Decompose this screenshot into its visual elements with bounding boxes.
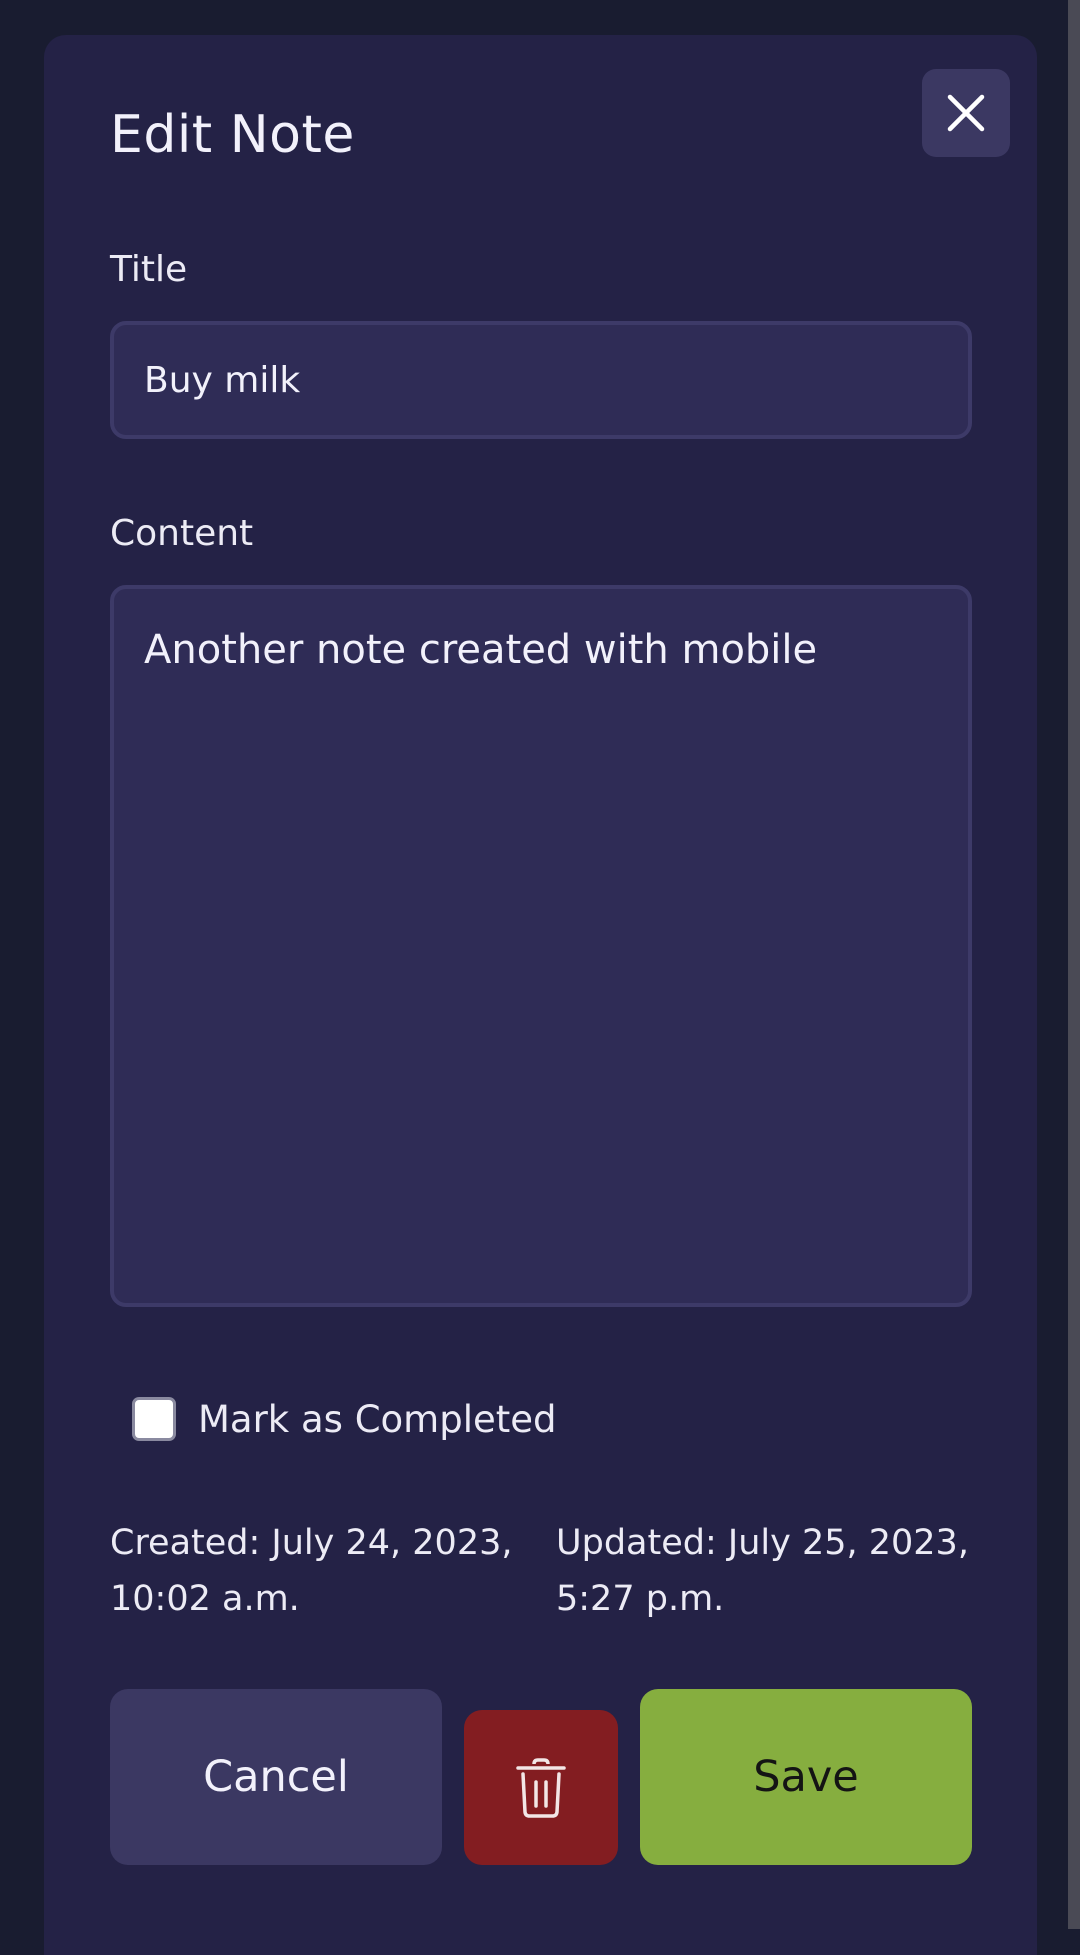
cancel-button[interactable]: Cancel bbox=[110, 1689, 442, 1865]
title-input[interactable] bbox=[110, 321, 972, 439]
content-label: Content bbox=[110, 513, 254, 554]
updated-timestamp: Updated: July 25, 2023, 5:27 p.m. bbox=[556, 1523, 969, 1619]
completed-checkbox[interactable] bbox=[132, 1397, 176, 1441]
modal-title: Edit Note bbox=[110, 105, 355, 165]
save-button-label: Save bbox=[753, 1752, 859, 1802]
close-button[interactable] bbox=[922, 69, 1010, 157]
page-scrollbar[interactable] bbox=[1068, 0, 1080, 1929]
save-button[interactable]: Save bbox=[640, 1689, 972, 1865]
title-label: Title bbox=[110, 249, 188, 290]
close-icon bbox=[947, 94, 985, 132]
trash-icon bbox=[516, 1757, 566, 1818]
content-textarea[interactable]: Another note created with mobile bbox=[110, 585, 972, 1307]
completed-label[interactable]: Mark as Completed bbox=[198, 1398, 557, 1441]
cancel-button-label: Cancel bbox=[203, 1752, 349, 1802]
completed-row[interactable]: Mark as Completed bbox=[132, 1397, 557, 1441]
edit-note-modal: Edit Note Title Content Another note cre… bbox=[44, 35, 1037, 1955]
delete-button[interactable] bbox=[464, 1710, 618, 1865]
created-timestamp: Created: July 24, 2023, 10:02 a.m. bbox=[110, 1523, 513, 1619]
